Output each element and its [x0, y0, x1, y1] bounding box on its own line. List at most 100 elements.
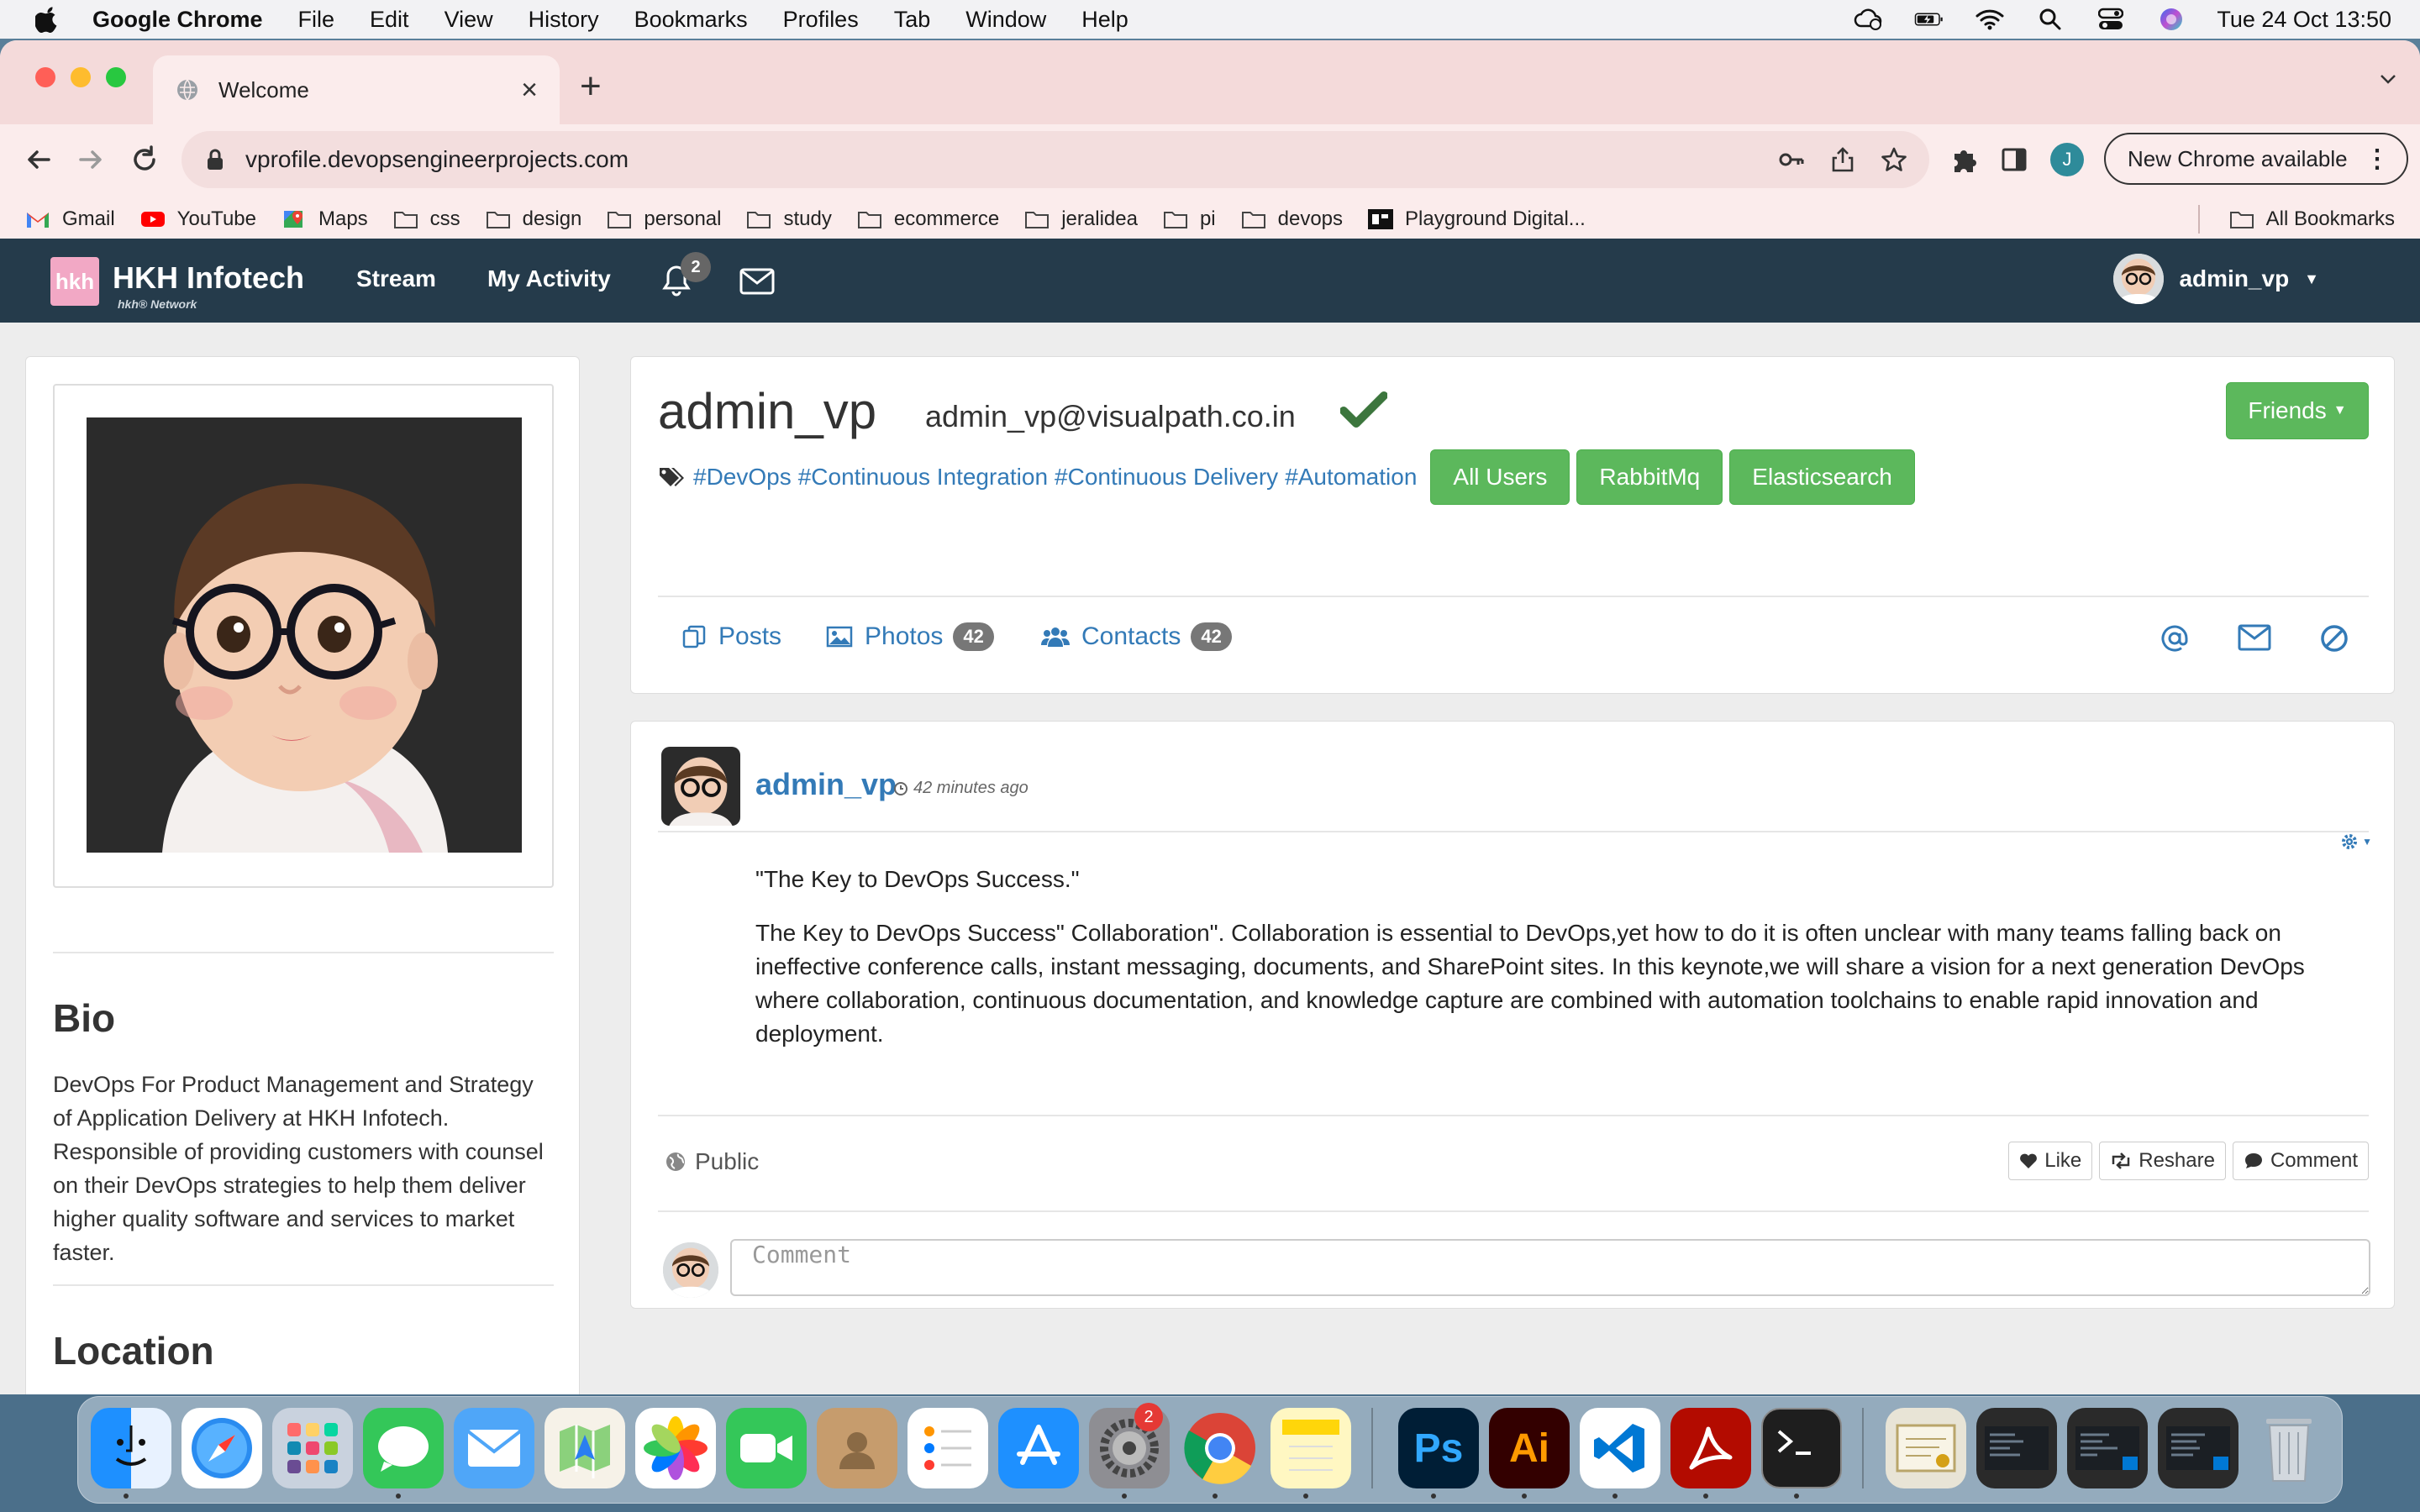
brand-logo[interactable]: hkh	[50, 257, 99, 306]
menu-edit[interactable]: Edit	[370, 7, 409, 33]
reshare-button[interactable]: Reshare	[2099, 1142, 2226, 1180]
bookmark-folder-ecommerce[interactable]: ecommerce	[857, 207, 999, 231]
menu-window[interactable]: Window	[965, 7, 1046, 33]
rabbitmq-button[interactable]: RabbitMq	[1576, 449, 1723, 505]
close-tab-icon[interactable]: ×	[521, 74, 538, 107]
tag-link-devops[interactable]: #DevOps	[693, 464, 792, 491]
close-window-button[interactable]	[35, 67, 55, 87]
elasticsearch-button[interactable]: Elasticsearch	[1729, 449, 1915, 505]
certificate-document-icon[interactable]	[1886, 1408, 1966, 1488]
tag-link-continuous-delivery[interactable]: #Continuous Delivery	[1055, 464, 1278, 491]
site-info-icon[interactable]	[205, 148, 225, 171]
facetime-icon[interactable]	[726, 1408, 807, 1488]
vscode-icon[interactable]	[1580, 1408, 1660, 1488]
share-icon[interactable]	[1830, 146, 1855, 173]
menu-tab[interactable]: Tab	[894, 7, 931, 33]
screenshot-thumbnail-1-icon[interactable]	[1976, 1408, 2057, 1488]
contacts-icon[interactable]	[817, 1408, 897, 1488]
bookmark-folder-jeralidea[interactable]: jeralidea	[1024, 207, 1138, 231]
apple-icon[interactable]	[35, 5, 60, 34]
user-menu-dropdown[interactable]: admin_vp ▼	[2113, 254, 2319, 304]
menu-bookmarks[interactable]: Bookmarks	[634, 7, 748, 33]
new-chrome-available-button[interactable]: New Chrome available ⋮	[2104, 133, 2408, 185]
bookmark-folder-design[interactable]: design	[486, 207, 581, 231]
nav-my-activity-link[interactable]: My Activity	[487, 265, 611, 292]
post-author-avatar[interactable]	[661, 747, 740, 826]
reload-icon[interactable]	[128, 143, 161, 176]
forward-arrow-icon[interactable]	[74, 143, 108, 176]
menu-history[interactable]: History	[529, 7, 599, 33]
brand-name[interactable]: HKH Infotech	[113, 260, 304, 296]
control-center-icon[interactable]	[2096, 7, 2126, 32]
side-panel-icon[interactable]	[2000, 145, 2028, 174]
menubar-clock[interactable]: Tue 24 Oct 13:50	[2217, 7, 2391, 33]
reminders-icon[interactable]	[908, 1408, 988, 1488]
bookmark-playground-digital[interactable]: Playground Digital...	[1368, 207, 1586, 231]
like-button[interactable]: Like	[2008, 1142, 2093, 1180]
tag-link-automation[interactable]: #Automation	[1285, 464, 1417, 491]
back-arrow-icon[interactable]	[22, 143, 55, 176]
kebab-menu-icon[interactable]: ⋮	[2365, 144, 2390, 174]
bookmark-maps[interactable]: Maps	[281, 207, 368, 231]
tab-search-chevron-icon[interactable]	[2378, 69, 2398, 89]
messages-icon[interactable]	[363, 1408, 444, 1488]
battery-icon[interactable]	[1914, 7, 1944, 32]
browser-tab-active[interactable]: Welcome ×	[153, 55, 560, 124]
cloud-sync-icon[interactable]	[1854, 7, 1884, 32]
menu-help[interactable]: Help	[1081, 7, 1128, 33]
menu-profiles[interactable]: Profiles	[783, 7, 859, 33]
messages-envelope-icon[interactable]	[739, 267, 775, 296]
all-users-button[interactable]: All Users	[1430, 449, 1570, 505]
screenshot-thumbnail-3-icon[interactable]	[2158, 1408, 2238, 1488]
post-author-link[interactable]: admin_vp	[755, 767, 897, 802]
zoom-window-button[interactable]	[106, 67, 126, 87]
screenshot-thumbnail-2-icon[interactable]	[2067, 1408, 2148, 1488]
illustrator-icon[interactable]: Ai	[1489, 1408, 1570, 1488]
acrobat-icon[interactable]	[1670, 1408, 1751, 1488]
bookmark-folder-devops[interactable]: devops	[1241, 207, 1343, 231]
profile-photo[interactable]	[87, 417, 522, 853]
mention-at-icon[interactable]	[2159, 622, 2191, 654]
maps-icon[interactable]	[544, 1408, 625, 1488]
bookmark-folder-css[interactable]: css	[393, 207, 460, 231]
url-text[interactable]: vprofile.devopsengineerprojects.com	[245, 146, 629, 173]
spotlight-search-icon[interactable]	[2035, 7, 2065, 32]
mail-icon[interactable]	[454, 1408, 534, 1488]
menu-app-name[interactable]: Google Chrome	[92, 7, 263, 33]
send-message-envelope-icon[interactable]	[2238, 622, 2271, 653]
comment-input[interactable]	[730, 1239, 2370, 1296]
terminal-icon[interactable]	[1761, 1408, 1842, 1488]
bookmark-star-icon[interactable]	[1881, 146, 1907, 173]
new-tab-button[interactable]: +	[580, 66, 602, 108]
launchpad-icon[interactable]	[272, 1408, 353, 1488]
bookmark-gmail[interactable]: Gmail	[25, 207, 115, 231]
nav-stream-link[interactable]: Stream	[356, 265, 436, 292]
post-timestamp[interactable]: 42 minutes ago	[893, 779, 1028, 798]
profile-avatar[interactable]: J	[2050, 143, 2084, 176]
siri-icon[interactable]	[2156, 7, 2186, 32]
bookmark-folder-pi[interactable]: pi	[1163, 207, 1216, 231]
bookmark-folder-personal[interactable]: personal	[607, 207, 721, 231]
app-store-icon[interactable]	[998, 1408, 1079, 1488]
all-bookmarks-folder[interactable]: All Bookmarks	[2229, 207, 2395, 231]
post-options-menu[interactable]: ▼	[2340, 832, 2372, 851]
menu-file[interactable]: File	[298, 7, 335, 33]
safari-icon[interactable]	[182, 1408, 262, 1488]
extensions-puzzle-icon[interactable]	[1949, 145, 1978, 174]
trash-icon[interactable]	[2249, 1408, 2329, 1488]
block-user-icon[interactable]	[2318, 622, 2350, 654]
comment-button[interactable]: Comment	[2232, 1142, 2369, 1180]
notes-icon[interactable]	[1270, 1408, 1351, 1488]
wifi-icon[interactable]	[1975, 7, 2005, 32]
bookmark-youtube[interactable]: YouTube	[140, 207, 256, 231]
chrome-icon[interactable]	[1180, 1408, 1260, 1488]
photoshop-icon[interactable]: Ps	[1398, 1408, 1479, 1488]
password-key-icon[interactable]	[1778, 146, 1805, 173]
finder-icon[interactable]	[91, 1408, 171, 1488]
tab-contacts[interactable]: Contacts 42	[1041, 622, 1232, 651]
tab-photos[interactable]: Photos 42	[826, 622, 994, 651]
menu-view[interactable]: View	[445, 7, 493, 33]
photos-icon[interactable]	[635, 1408, 716, 1488]
tag-link-continuous-integration[interactable]: #Continuous Integration	[798, 464, 1048, 491]
address-bar[interactable]: vprofile.devopsengineerprojects.com	[182, 131, 1929, 188]
